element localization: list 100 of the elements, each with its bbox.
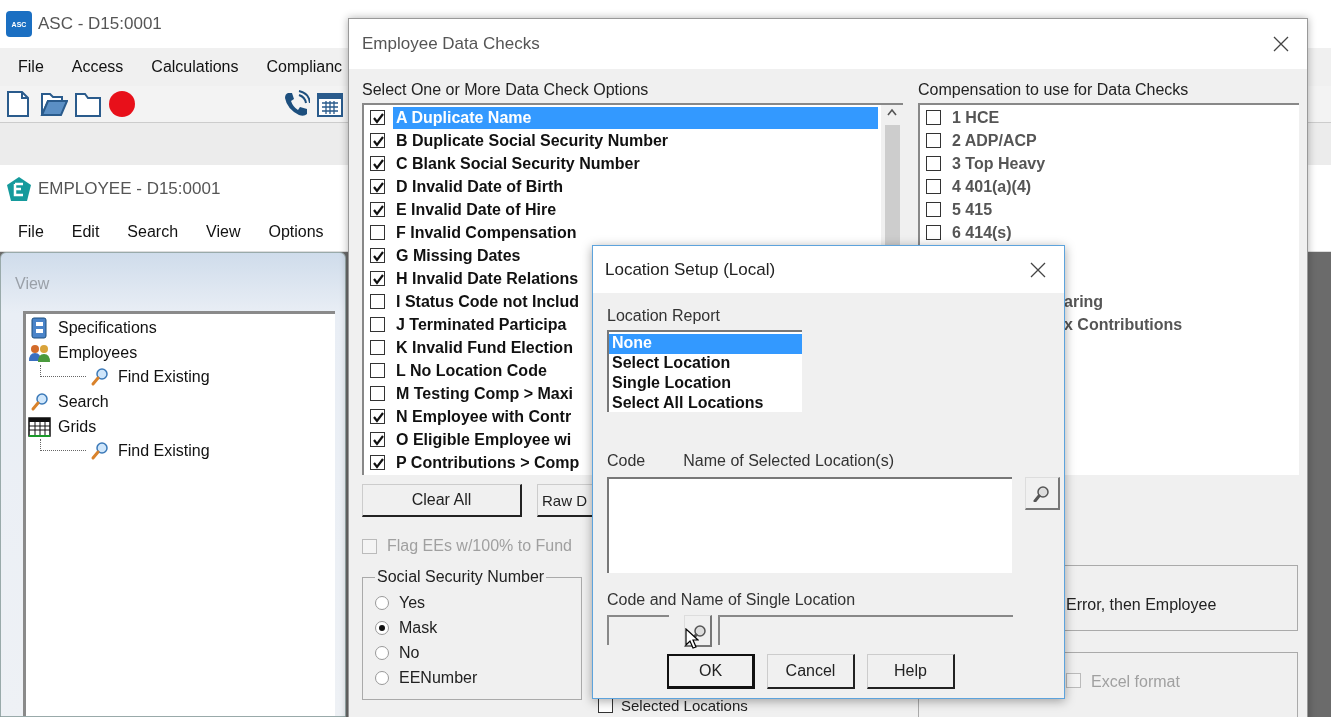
dialog-button[interactable]: Help <box>867 654 955 689</box>
list-item[interactable]: F Invalid Compensation <box>393 221 580 244</box>
list-item[interactable]: I Status Code not Includ <box>393 290 583 313</box>
field-label: Location Report <box>607 307 721 326</box>
list-item[interactable]: D Invalid Date of Birth <box>393 175 567 198</box>
menu-item[interactable]: Edit <box>71 222 100 241</box>
checkbox[interactable] <box>370 340 385 355</box>
list-item[interactable]: H Invalid Date Relations <box>393 267 582 290</box>
menu-item[interactable]: View <box>206 222 241 241</box>
checkbox[interactable] <box>370 271 385 286</box>
checkbox[interactable] <box>370 409 385 424</box>
panel-title: View <box>15 275 51 293</box>
list-item[interactable]: 3 Top Heavy <box>949 152 1049 175</box>
checkbox-label: Excel format <box>1091 673 1180 691</box>
menu-item[interactable]: Complianc <box>266 58 343 76</box>
app-logo-icon <box>6 175 32 202</box>
open-folder-icon[interactable] <box>40 90 68 118</box>
checkbox[interactable] <box>926 110 941 125</box>
menu-item[interactable]: Search <box>127 222 179 241</box>
list-item[interactable]: O Eligible Employee wi <box>393 428 575 451</box>
list-item[interactable]: N Employee with Contr <box>393 405 575 428</box>
checkbox[interactable] <box>370 202 385 217</box>
radio-button[interactable] <box>375 620 389 635</box>
dialog-title: Employee Data Checks <box>362 34 540 54</box>
checkbox[interactable] <box>926 179 941 194</box>
folder-icon[interactable] <box>74 90 102 118</box>
list-item[interactable]: P Contributions > Comp <box>393 451 583 474</box>
radio-label: Yes <box>399 593 426 612</box>
checkbox[interactable] <box>370 455 385 470</box>
menu-item[interactable]: File <box>18 222 44 241</box>
dialog-button[interactable]: OK <box>667 654 755 689</box>
list-item[interactable]: E Invalid Date of Hire <box>393 198 560 221</box>
list-item[interactable]: C Blank Social Security Number <box>393 152 643 175</box>
list-item[interactable]: Select All Locations <box>609 394 802 414</box>
close-icon[interactable] <box>1029 260 1047 279</box>
lookup-button[interactable] <box>1025 477 1060 510</box>
checkbox[interactable] <box>926 225 941 240</box>
tree-item[interactable]: Specifications <box>58 319 157 338</box>
list-item[interactable]: 2 ADP/ACP <box>949 129 1040 152</box>
radio-button[interactable] <box>375 645 389 660</box>
checkbox[interactable] <box>370 133 385 148</box>
radio-button[interactable] <box>375 670 389 685</box>
column-label: Name of Selected Location(s) <box>683 452 895 471</box>
checkbox[interactable] <box>370 225 385 240</box>
list-item[interactable]: G Missing Dates <box>393 244 524 267</box>
tree-item[interactable]: Employees <box>58 343 138 362</box>
radio-label: No <box>399 643 420 662</box>
list-item[interactable]: J Terminated Participa <box>393 313 570 336</box>
column-label: Code <box>607 452 646 471</box>
checkbox[interactable] <box>926 133 941 148</box>
checkbox[interactable] <box>370 248 385 263</box>
tree-item[interactable]: Find Existing <box>118 368 210 387</box>
list-item[interactable]: aring <box>1064 292 1104 311</box>
tree-item[interactable]: Grids <box>58 417 97 436</box>
list-item[interactable]: Select Location <box>609 354 802 374</box>
search-icon <box>1033 484 1051 502</box>
phone-icon[interactable] <box>282 90 310 118</box>
field-label: Code and Name of Single Location <box>607 591 857 610</box>
checkbox[interactable] <box>370 317 385 332</box>
tree-line <box>40 439 86 452</box>
radio-label: Mask <box>399 618 438 637</box>
action-button[interactable]: Clear All <box>362 484 522 517</box>
list-item[interactable]: 4 401(a)(4) <box>949 175 1035 198</box>
record-icon[interactable] <box>108 90 136 118</box>
tree-line <box>40 365 86 378</box>
menu-item[interactable]: Options <box>268 222 324 241</box>
list-item[interactable]: B Duplicate Social Security Number <box>393 129 672 152</box>
menu-item[interactable]: File <box>18 58 44 76</box>
list-item[interactable]: 5 415 <box>949 198 996 221</box>
tree-item[interactable]: Search <box>58 393 109 412</box>
checkbox[interactable] <box>370 363 385 378</box>
checkbox[interactable] <box>926 202 941 217</box>
radio-button[interactable] <box>375 595 389 610</box>
menu-item[interactable]: Access <box>71 58 124 76</box>
list-item[interactable]: L No Location Code <box>393 359 550 382</box>
option-text: Error, then Employee <box>1066 596 1217 614</box>
close-icon[interactable] <box>1272 35 1290 53</box>
dialog-title: Location Setup (Local) <box>605 259 776 280</box>
group-label: Social Security Number <box>376 568 546 586</box>
checkbox[interactable] <box>370 294 385 309</box>
window-title: ASC - D15:0001 <box>38 14 162 34</box>
tree-item[interactable]: Find Existing <box>118 442 210 461</box>
list-item[interactable]: K Invalid Fund Election <box>393 336 576 359</box>
checkbox[interactable] <box>370 110 385 125</box>
list-item[interactable]: 1 HCE <box>949 106 1003 129</box>
dialog-button[interactable]: Cancel <box>767 654 855 689</box>
checkbox[interactable] <box>370 432 385 447</box>
checkbox[interactable] <box>926 156 941 171</box>
checkbox-label: Flag EEs w/100% to Fund <box>387 537 572 555</box>
checkbox[interactable] <box>370 179 385 194</box>
checkbox[interactable] <box>370 386 385 401</box>
list-item[interactable]: Single Location <box>609 374 802 394</box>
list-item[interactable]: 6 414(s) <box>949 221 1015 244</box>
section-label: Compensation to use for Data Checks <box>918 81 1190 100</box>
list-item[interactable]: x Contributions <box>1064 315 1183 334</box>
menu-item[interactable]: Calculations <box>151 58 239 76</box>
checkbox[interactable] <box>370 156 385 171</box>
list-item[interactable]: M Testing Comp > Maxi <box>393 382 577 405</box>
calendar-icon[interactable] <box>316 90 344 118</box>
checkbox-label: Selected Locations <box>621 698 748 713</box>
